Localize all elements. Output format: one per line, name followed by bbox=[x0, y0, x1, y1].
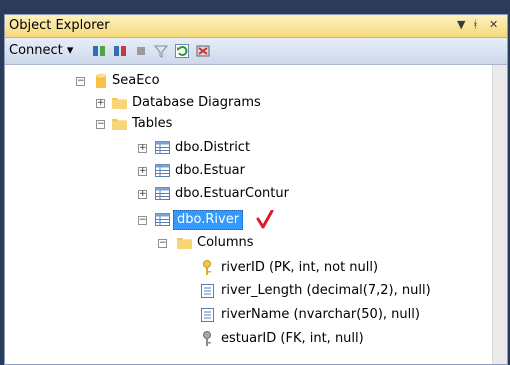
folder-icon bbox=[112, 98, 127, 109]
close-icon[interactable]: ✕ bbox=[489, 18, 498, 31]
column-icon bbox=[201, 308, 214, 322]
foreign-key-icon bbox=[203, 331, 211, 346]
filter-icon[interactable] bbox=[154, 44, 168, 58]
node-label: riverName (nvarchar(50), null) bbox=[221, 307, 420, 322]
collapse-icon[interactable]: − bbox=[96, 120, 105, 129]
node-label: dbo.District bbox=[175, 140, 251, 155]
node-label: Database Diagrams bbox=[132, 95, 261, 110]
connect-server-icon[interactable] bbox=[92, 44, 106, 58]
vertical-scrollbar[interactable] bbox=[492, 65, 507, 364]
table-icon bbox=[155, 213, 170, 226]
collapse-icon[interactable]: − bbox=[138, 216, 147, 225]
column-icon bbox=[201, 284, 214, 298]
node-label: Columns bbox=[197, 235, 254, 250]
node-label: river_Length (decimal(7,2), null) bbox=[221, 283, 431, 298]
table-icon bbox=[155, 141, 170, 154]
node-label: Tables bbox=[132, 116, 173, 131]
collapse-icon[interactable]: − bbox=[76, 77, 85, 86]
disconnect-icon[interactable] bbox=[113, 44, 127, 58]
node-label: estuarID (FK, int, null) bbox=[221, 331, 364, 346]
expand-icon[interactable]: + bbox=[138, 167, 147, 176]
expand-icon[interactable]: + bbox=[138, 190, 147, 199]
pin-icon[interactable]: ᚼ bbox=[472, 18, 479, 31]
folder-icon bbox=[177, 238, 192, 249]
stop-icon[interactable] bbox=[134, 44, 148, 58]
node-label: dbo.EstuarContur bbox=[175, 186, 289, 201]
node-label-selected: dbo.River bbox=[173, 210, 244, 230]
dropdown-icon[interactable]: ▼ bbox=[457, 18, 465, 31]
title-bar: Object Explorer ▼ ᚼ ✕ bbox=[5, 15, 507, 38]
expand-icon[interactable]: + bbox=[138, 144, 147, 153]
toolbar: Connect ▾ bbox=[5, 38, 507, 65]
primary-key-icon bbox=[203, 260, 211, 275]
collapse-icon[interactable]: − bbox=[158, 239, 167, 248]
table-icon bbox=[155, 164, 170, 177]
expand-icon[interactable]: + bbox=[96, 99, 105, 108]
connect-button[interactable]: Connect ▾ bbox=[9, 43, 73, 58]
window-title: Object Explorer bbox=[9, 18, 110, 33]
node-label: SeaEco bbox=[112, 73, 160, 88]
checkmark-icon bbox=[256, 210, 274, 229]
folder-icon bbox=[112, 119, 127, 130]
node-label: dbo.Estuar bbox=[175, 163, 245, 178]
object-tree: − SeaEco + Database Diagrams − Tables + … bbox=[5, 65, 493, 364]
table-icon bbox=[155, 187, 170, 200]
refresh-icon[interactable] bbox=[175, 44, 189, 58]
activity-monitor-icon[interactable] bbox=[196, 44, 210, 58]
object-explorer-window: Object Explorer ▼ ᚼ ✕ Connect ▾ − SeaEco… bbox=[4, 14, 508, 365]
database-icon bbox=[96, 73, 106, 88]
node-label: riverID (PK, int, not null) bbox=[221, 260, 379, 275]
